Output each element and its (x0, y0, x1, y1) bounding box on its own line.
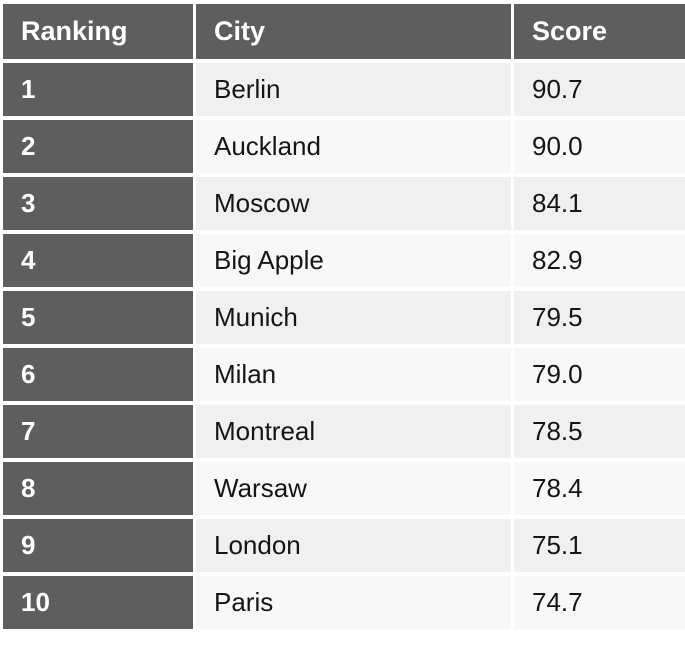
cell-city: Milan (196, 348, 511, 401)
cell-city: Munich (196, 291, 511, 344)
cell-ranking: 10 (3, 576, 193, 629)
column-header-city[interactable]: City (196, 4, 511, 59)
cell-ranking: 8 (3, 462, 193, 515)
table-row: 3 Moscow 84.1 (3, 177, 685, 230)
cell-ranking: 4 (3, 234, 193, 287)
cell-score: 90.7 (514, 63, 685, 116)
cell-ranking: 6 (3, 348, 193, 401)
ranking-table-container: Ranking City Score 1 Berlin 90.7 2 Auckl… (0, 0, 685, 647)
cell-score: 90.0 (514, 120, 685, 173)
table-row: 1 Berlin 90.7 (3, 63, 685, 116)
table-row: 6 Milan 79.0 (3, 348, 685, 401)
table-header: Ranking City Score (3, 4, 685, 59)
cell-ranking: 5 (3, 291, 193, 344)
table-row: 9 London 75.1 (3, 519, 685, 572)
cell-ranking: 2 (3, 120, 193, 173)
cell-score: 79.5 (514, 291, 685, 344)
cell-city: London (196, 519, 511, 572)
table-row: 8 Warsaw 78.4 (3, 462, 685, 515)
table-header-row: Ranking City Score (3, 4, 685, 59)
cell-ranking: 7 (3, 405, 193, 458)
cell-city: Auckland (196, 120, 511, 173)
cell-ranking: 3 (3, 177, 193, 230)
cell-ranking: 9 (3, 519, 193, 572)
table-body: 1 Berlin 90.7 2 Auckland 90.0 3 Moscow 8… (3, 63, 685, 629)
table-row: 10 Paris 74.7 (3, 576, 685, 629)
table-row: 7 Montreal 78.5 (3, 405, 685, 458)
table-row: 2 Auckland 90.0 (3, 120, 685, 173)
cell-city: Moscow (196, 177, 511, 230)
column-header-ranking[interactable]: Ranking (3, 4, 193, 59)
cell-city: Warsaw (196, 462, 511, 515)
cell-ranking: 1 (3, 63, 193, 116)
cell-city: Big Apple (196, 234, 511, 287)
cell-score: 84.1 (514, 177, 685, 230)
cell-score: 82.9 (514, 234, 685, 287)
cell-score: 74.7 (514, 576, 685, 629)
cell-score: 79.0 (514, 348, 685, 401)
cell-city: Berlin (196, 63, 511, 116)
table-row: 4 Big Apple 82.9 (3, 234, 685, 287)
table-row: 5 Munich 79.5 (3, 291, 685, 344)
cell-score: 78.4 (514, 462, 685, 515)
cell-city: Montreal (196, 405, 511, 458)
cell-score: 75.1 (514, 519, 685, 572)
city-ranking-table: Ranking City Score 1 Berlin 90.7 2 Auckl… (0, 0, 685, 633)
cell-score: 78.5 (514, 405, 685, 458)
cell-city: Paris (196, 576, 511, 629)
column-header-score[interactable]: Score (514, 4, 685, 59)
